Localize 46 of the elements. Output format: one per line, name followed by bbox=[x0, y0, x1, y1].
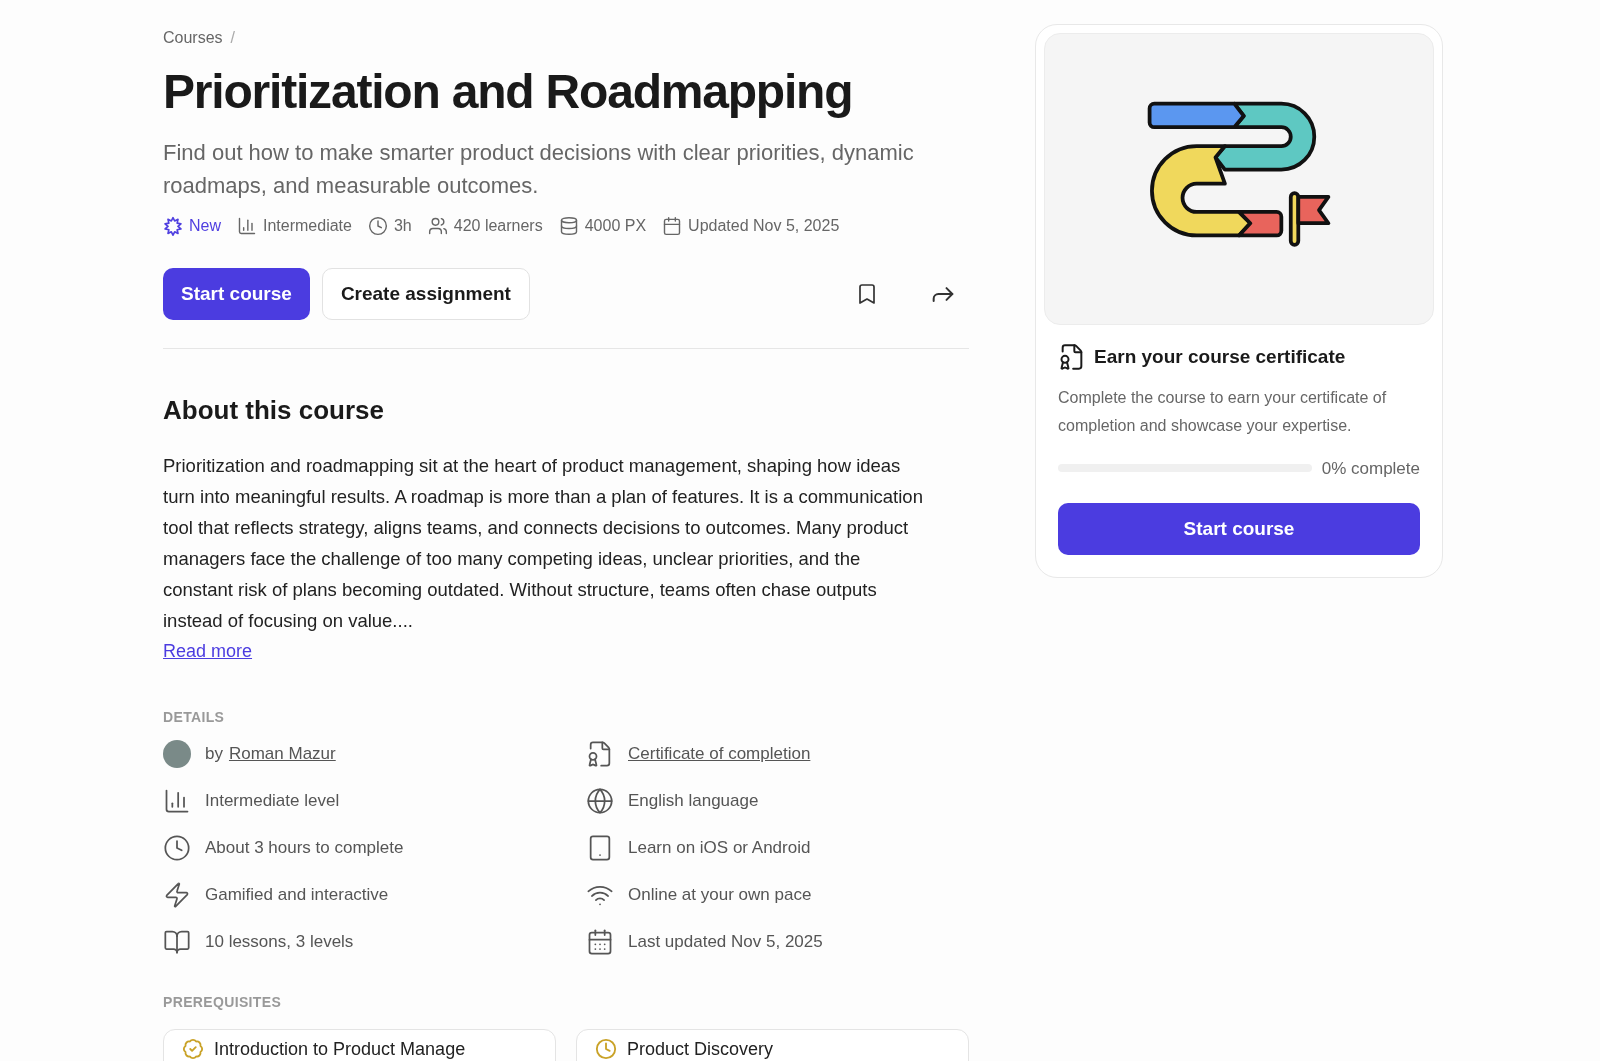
badge-icon bbox=[182, 1038, 204, 1060]
time-icon bbox=[367, 216, 388, 236]
level-icon bbox=[237, 216, 257, 236]
progress-reading: 0% complete bbox=[1321, 457, 1420, 480]
author-prefix: by bbox=[205, 743, 223, 766]
detail-text: Last updated Nov 5, 2025 bbox=[628, 931, 823, 954]
details-heading: DETAILS bbox=[163, 708, 226, 727]
meta-text: 3h bbox=[393, 216, 412, 236]
updated-icon bbox=[662, 216, 683, 236]
author-link[interactable]: Roman Mazur bbox=[228, 741, 336, 767]
detail-text: Intermediate level bbox=[205, 790, 340, 813]
detail-text: Online at your own pace bbox=[628, 884, 812, 907]
meta-text: Updated Nov 5, 2025 bbox=[688, 216, 840, 236]
course-title: Prioritization and Roadmapping bbox=[163, 64, 854, 120]
course-subtitle: Find out how to make smarter product decisions with clear priorities, dynamic roadmaps, and measurable outcomes. bbox=[163, 139, 915, 200]
lessons-icon bbox=[163, 928, 191, 956]
level-icon bbox=[163, 787, 191, 815]
certificate-link[interactable]: Certificate of completion bbox=[628, 741, 811, 767]
prerequisite-title: Introduction to Product Manage bbox=[214, 1038, 466, 1060]
meta-text: New bbox=[189, 216, 221, 236]
breadcrumb-link[interactable]: Courses bbox=[163, 26, 223, 50]
language-icon bbox=[586, 787, 614, 815]
time-icon bbox=[163, 834, 191, 862]
course-description: Prioritization and roadmapping sit at the heart of product management, shaping how ideas turn into meaningful results. A roadmap is more than a plan of features. It is a communication tool that reflects strategy, aligns teams, and connects decisions to outcomes. Many product managers face the challenge of too many competing ideas, unclear priorities, and the constant risk of plans becoming outdated. Without structure, teams often chase outputs instead of focusing on value.... bbox=[163, 454, 924, 633]
meta-text: Intermediate bbox=[263, 216, 352, 236]
prerequisite-card[interactable]: Introduction to Product Manage bbox=[163, 1029, 556, 1061]
start-course-button[interactable]: Start course bbox=[163, 268, 310, 320]
prerequisites-heading: PREREQUISITES bbox=[163, 993, 283, 1012]
detail-text: English language bbox=[628, 790, 759, 813]
breadcrumb-separator: / bbox=[230, 28, 236, 48]
section-heading: About this course bbox=[163, 394, 385, 427]
card-description: Complete the course to earn your certificate of completion and showcase your expertise. bbox=[1058, 387, 1388, 436]
meta-text: 4000 PX bbox=[584, 216, 647, 236]
prerequisite-title: Product Discovery bbox=[627, 1038, 774, 1060]
card-heading: Earn your course certificate bbox=[1094, 345, 1346, 369]
updated-icon bbox=[586, 928, 614, 956]
create-assignment-button[interactable]: Create assignment bbox=[321, 268, 530, 320]
meta-text: 420 learners bbox=[453, 216, 543, 236]
read-more-link[interactable]: Read more bbox=[163, 636, 253, 667]
detail-text: About 3 hours to complete bbox=[205, 837, 404, 860]
detail-text: Learn on iOS or Android bbox=[628, 837, 811, 860]
prerequisite-card[interactable]: Product Discovery bbox=[576, 1029, 969, 1061]
card-start-course-button[interactable]: Start course bbox=[1058, 503, 1420, 555]
detail-text: 10 lessons, 3 levels bbox=[205, 931, 354, 954]
avatar bbox=[163, 740, 191, 768]
detail-text: Gamified and interactive bbox=[205, 884, 389, 907]
